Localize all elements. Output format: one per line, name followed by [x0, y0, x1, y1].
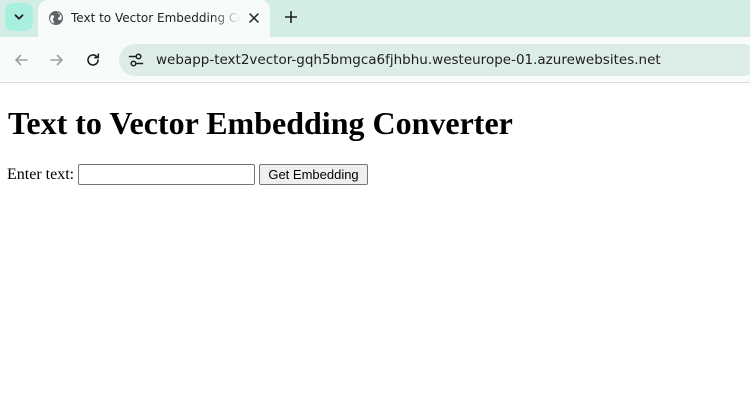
- plus-icon: [285, 11, 297, 23]
- browser-tab[interactable]: Text to Vector Embedding Converter: [38, 0, 270, 37]
- site-info-button[interactable]: [127, 51, 145, 69]
- text-input-label: Enter text:: [7, 166, 75, 183]
- get-embedding-button[interactable]: Get Embedding: [259, 164, 368, 185]
- text-input[interactable]: [78, 164, 255, 185]
- new-tab-button[interactable]: [280, 6, 302, 28]
- page-title: Text to Vector Embedding Converter: [8, 105, 513, 141]
- url-text[interactable]: webapp-text2vector-gqh5bmgca6fjhbhu.west…: [156, 52, 661, 68]
- close-icon[interactable]: [245, 9, 263, 27]
- page-content: Text to Vector Embedding Converter Enter…: [0, 84, 750, 414]
- tab-title: Text to Vector Embedding Converter: [71, 11, 241, 25]
- globe-icon: [48, 10, 64, 26]
- address-bar[interactable]: webapp-text2vector-gqh5bmgca6fjhbhu.west…: [119, 44, 750, 76]
- tab-strip: Text to Vector Embedding Converter: [0, 0, 750, 37]
- browser-toolbar: webapp-text2vector-gqh5bmgca6fjhbhu.west…: [0, 37, 750, 83]
- arrow-left-icon: [15, 54, 28, 66]
- reload-icon: [87, 53, 100, 66]
- tab-search-button[interactable]: [5, 3, 33, 31]
- back-button[interactable]: [10, 49, 32, 71]
- tune-icon: [128, 53, 144, 67]
- forward-button[interactable]: [46, 49, 68, 71]
- chevron-down-icon: [14, 14, 24, 20]
- arrow-right-icon: [50, 54, 63, 66]
- reload-button[interactable]: [82, 49, 104, 71]
